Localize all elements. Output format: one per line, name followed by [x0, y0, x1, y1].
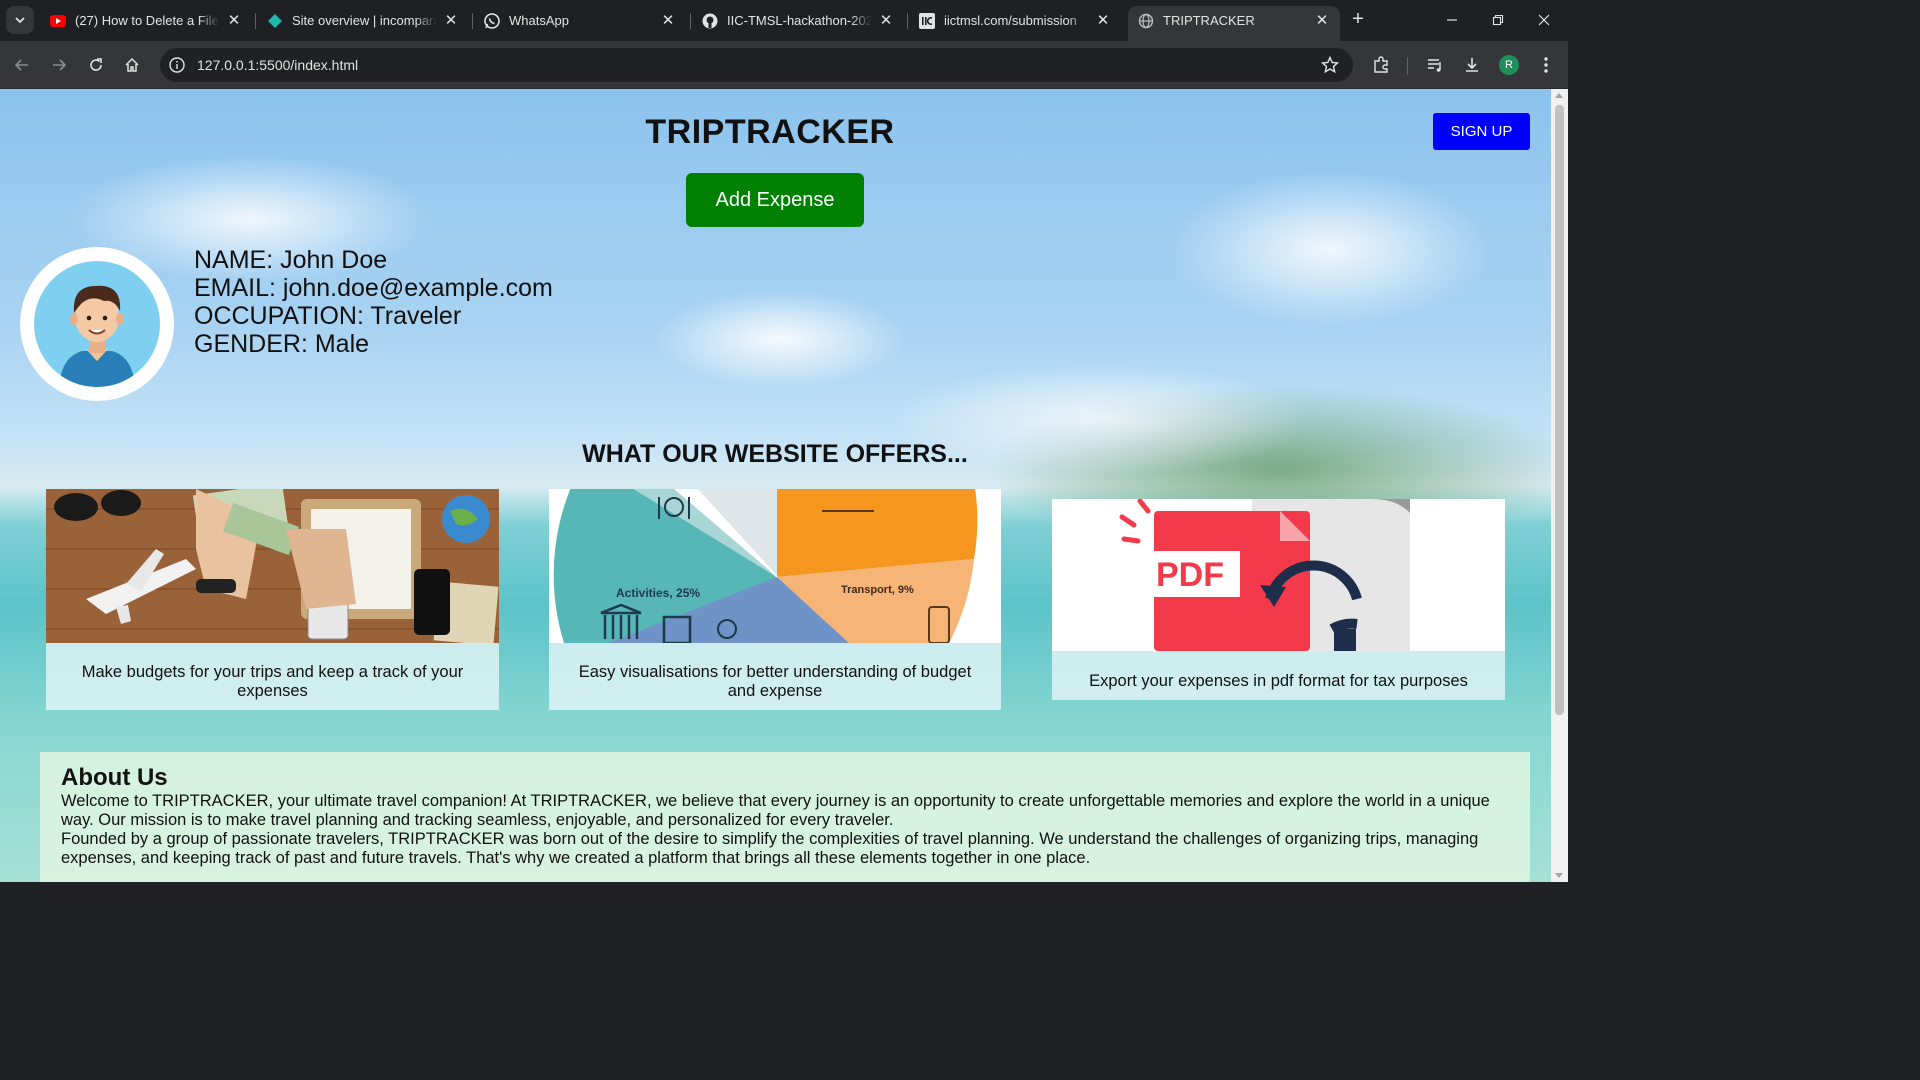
feature-card-budgets: Make budgets for your trips and keep a t…: [46, 489, 499, 710]
close-icon: [1538, 14, 1550, 26]
profile-info: NAME: John Doe EMAIL: john.doe@example.c…: [194, 246, 553, 358]
back-button[interactable]: [8, 51, 36, 79]
card-caption: Make budgets for your trips and keep a t…: [81, 663, 464, 700]
feature-card-export-pdf: PDF Export your expenses in pdf format f…: [1052, 499, 1505, 700]
tab-separator: [907, 13, 908, 29]
tab-iictmsl[interactable]: iictmsl.com/submission ✕: [909, 6, 1121, 35]
feature-card-visualisations: Activities, 25% Transport, 9% Easy visua…: [549, 489, 1001, 710]
card-caption: Easy visualisations for better understan…: [578, 663, 972, 700]
travel-budget-illustration: [46, 489, 499, 643]
close-icon[interactable]: ✕: [1095, 12, 1111, 29]
media-controls-icon[interactable]: [1424, 54, 1446, 76]
tab-search-button[interactable]: [6, 6, 34, 34]
tab-title: (27) How to Delete a File or: [75, 13, 220, 28]
info-icon[interactable]: [168, 56, 186, 74]
pdf-label: PDF: [1156, 556, 1224, 594]
scroll-up-arrow-icon[interactable]: [1555, 93, 1563, 98]
add-expense-button[interactable]: Add Expense: [686, 173, 864, 227]
about-us-section: About Us Welcome to TRIPTRACKER, your ul…: [40, 752, 1530, 882]
tab-triptracker[interactable]: TRIPTRACKER ✕: [1128, 6, 1340, 41]
profile-avatar-image: [20, 247, 174, 401]
close-icon[interactable]: ✕: [226, 12, 242, 29]
tab-title: TRIPTRACKER: [1163, 13, 1255, 28]
menu-kebab-icon[interactable]: [1535, 54, 1557, 76]
profile-name: NAME: John Doe: [194, 246, 388, 274]
tab-separator: [472, 13, 473, 29]
home-button[interactable]: [118, 51, 146, 79]
chevron-down-icon: [15, 17, 25, 24]
browser-toolbar: 127.0.0.1:5500/index.html R: [0, 41, 1568, 89]
tab-separator: [690, 13, 691, 29]
arrow-left-icon: [14, 59, 28, 71]
close-icon[interactable]: ✕: [1314, 12, 1330, 29]
toolbar-separator: [1407, 57, 1408, 75]
home-icon: [125, 57, 139, 72]
reload-icon: [90, 58, 102, 71]
globe-icon: [1138, 13, 1154, 29]
whatsapp-icon: [484, 12, 500, 29]
close-window-button[interactable]: [1521, 0, 1567, 40]
user-avatar-icon: [59, 285, 135, 387]
tab-github[interactable]: IIC-TMSL-hackathon-2024 ✕: [692, 6, 904, 35]
tab-strip: (27) How to Delete a File or ✕ Site over…: [0, 0, 1568, 41]
profile-email: EMAIL: john.doe@example.com: [194, 274, 553, 302]
tab-title: WhatsApp: [509, 13, 569, 28]
pie-chart-image: Activities, 25% Transport, 9%: [549, 489, 1001, 643]
about-heading: About Us: [61, 764, 168, 791]
site-title: TRIPTRACKER: [645, 113, 895, 151]
card-caption: Export your expenses in pdf format for t…: [1089, 672, 1468, 690]
close-icon[interactable]: ✕: [878, 12, 894, 29]
tab-youtube[interactable]: (27) How to Delete a File or ✕: [40, 6, 252, 35]
restore-button[interactable]: [1475, 0, 1521, 40]
profile-avatar[interactable]: R: [1499, 55, 1519, 75]
page-scrollbar[interactable]: [1551, 89, 1568, 882]
bookmark-star-icon[interactable]: [1321, 56, 1339, 74]
pie-chart-illustration: Activities, 25% Transport, 9%: [549, 489, 1001, 643]
download-icon[interactable]: [1461, 54, 1483, 76]
close-icon[interactable]: ✕: [443, 12, 459, 29]
budget-photo: [46, 489, 499, 643]
pie-label-transport: Transport, 9%: [841, 584, 914, 596]
minimize-button[interactable]: [1429, 0, 1475, 40]
tab-title: iictmsl.com/submission: [944, 13, 1077, 28]
tab-title: IIC-TMSL-hackathon-2024: [727, 13, 872, 28]
offers-heading: WHAT OUR WEBSITE OFFERS...: [582, 440, 968, 468]
github-icon: [702, 13, 718, 29]
close-icon[interactable]: ✕: [660, 12, 676, 29]
arrow-right-icon: [53, 59, 67, 71]
youtube-icon: [50, 13, 66, 29]
minimize-icon: [1447, 19, 1457, 21]
pdf-export-illustration: PDF: [1052, 499, 1505, 651]
about-paragraph-1: Welcome to TRIPTRACKER, your ultimate tr…: [61, 792, 1490, 829]
tab-title: Site overview | incomparable: [292, 13, 437, 28]
restore-icon: [1492, 14, 1504, 26]
extensions-icon[interactable]: [1370, 54, 1392, 76]
netlify-icon: [267, 13, 283, 29]
url-text: 127.0.0.1:5500/index.html: [197, 57, 359, 73]
reload-button[interactable]: [82, 51, 110, 79]
iic-icon: [919, 12, 935, 29]
scroll-down-arrow-icon[interactable]: [1555, 873, 1563, 878]
profile-occupation: OCCUPATION: Traveler: [194, 302, 462, 330]
forward-button[interactable]: [45, 51, 73, 79]
pdf-export-image: PDF: [1052, 499, 1505, 651]
address-bar[interactable]: 127.0.0.1:5500/index.html: [160, 48, 1353, 82]
about-paragraph-2: Founded by a group of passionate travele…: [61, 830, 1479, 867]
page-viewport: TRIPTRACKER SIGN UP Add Expense NAME: Jo…: [0, 89, 1551, 882]
signup-button[interactable]: SIGN UP: [1433, 113, 1530, 150]
new-tab-button[interactable]: +: [1347, 9, 1369, 31]
tab-netlify[interactable]: Site overview | incomparable ✕: [257, 6, 469, 35]
profile-gender: GENDER: Male: [194, 330, 370, 358]
scrollbar-thumb[interactable]: [1555, 105, 1564, 715]
pie-label-activities: Activities, 25%: [616, 586, 700, 600]
tab-separator: [255, 13, 256, 29]
tab-whatsapp[interactable]: WhatsApp ✕: [474, 6, 686, 35]
